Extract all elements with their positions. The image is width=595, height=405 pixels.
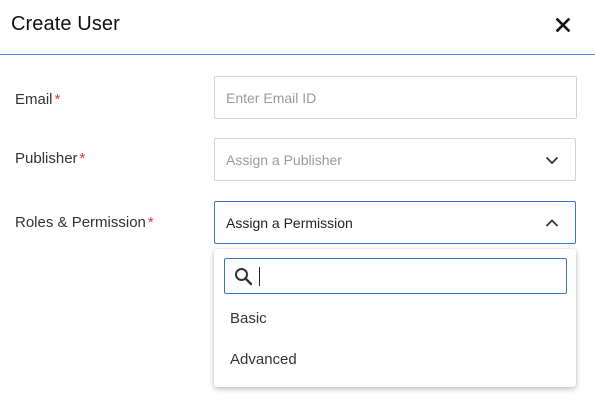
publisher-select[interactable]: Assign a Publisher — [214, 138, 576, 181]
close-button[interactable] — [552, 14, 574, 36]
email-label: Email * — [15, 91, 61, 108]
required-mark: * — [147, 214, 154, 231]
required-mark: * — [79, 150, 86, 167]
roles-select[interactable]: Assign a Permission — [214, 201, 576, 244]
roles-label: Roles & Permission * — [15, 214, 154, 231]
email-placeholder: Enter Email ID — [226, 90, 317, 106]
dropdown-option-basic[interactable]: Basic — [230, 310, 267, 327]
dialog-header: Create User — [0, 0, 595, 55]
roles-select-value: Assign a Permission — [226, 215, 353, 231]
close-icon — [556, 18, 570, 32]
chevron-down-icon — [545, 156, 559, 165]
publisher-placeholder: Assign a Publisher — [226, 152, 342, 168]
dialog-title: Create User — [11, 13, 120, 35]
chevron-up-icon — [545, 219, 559, 227]
text-caret — [259, 267, 260, 286]
create-user-dialog: Create User Email * Enter Email ID Publis… — [0, 0, 595, 405]
search-icon — [234, 267, 253, 286]
required-mark: * — [54, 91, 61, 108]
roles-dropdown-menu: Basic Advanced — [214, 249, 576, 387]
dropdown-search-input[interactable] — [224, 258, 567, 294]
dropdown-option-advanced[interactable]: Advanced — [230, 351, 297, 368]
email-field[interactable]: Enter Email ID — [214, 76, 577, 119]
publisher-label: Publisher * — [15, 150, 86, 167]
